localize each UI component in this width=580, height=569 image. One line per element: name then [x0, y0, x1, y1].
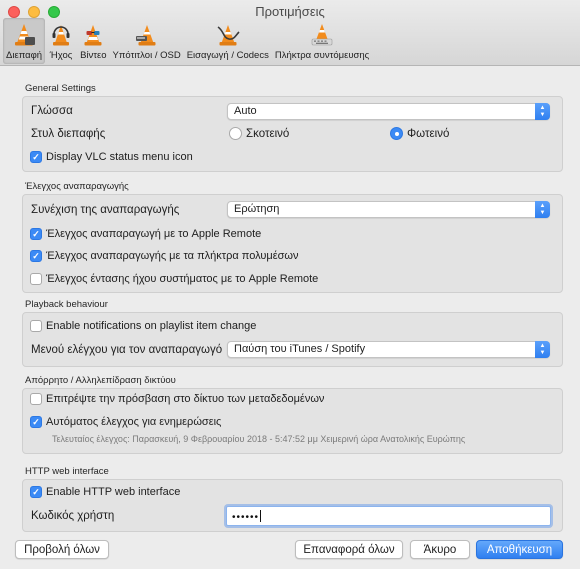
preferences-window: Προτιμήσεις Διεπαφή Ήχος Βίντεο Υπότιτλο… — [0, 0, 580, 569]
media-keys-checkbox[interactable]: ✓ Έλεγχος αναπαραγωγής με τα πλήκτρα πολ… — [30, 250, 299, 262]
tab-subtitles-osd[interactable]: Υπότιτλοι / OSD — [110, 18, 184, 64]
password-field[interactable]: •••••• — [226, 506, 551, 526]
status-menu-checkbox[interactable]: ✓ Display VLC status menu icon — [30, 151, 193, 163]
enable-http-checkbox[interactable]: ✓ Enable HTTP web interface — [30, 486, 180, 498]
notifications-checkbox[interactable]: Enable notifications on playlist item ch… — [30, 320, 256, 332]
enable-http-label: Enable HTTP web interface — [46, 486, 181, 498]
checkmark-icon: ✓ — [30, 416, 42, 428]
cancel-button[interactable]: Άκυρο — [410, 540, 470, 559]
auto-update-checkbox[interactable]: ✓ Αυτόματος έλεγχος για ενημερώσεις — [30, 416, 221, 428]
language-select-value: Auto — [234, 105, 257, 117]
playback-behaviour-title: Playback behaviour — [25, 299, 108, 310]
password-label: Κωδικός χρήστη — [31, 510, 115, 522]
vlc-cone-keyboard-icon — [311, 24, 333, 46]
playback-control-title: Έλεγχος αναπαραγωγής — [25, 181, 129, 192]
window-title: Προτιμήσεις — [255, 4, 325, 19]
vlc-cone-cable-icon — [217, 25, 240, 46]
tab-label: Υπότιτλοι / OSD — [112, 50, 181, 61]
pause-menu-select[interactable]: Παύση του iTunes / Spotify ▲ ▼ — [227, 341, 550, 358]
preferences-tabs: Διεπαφή Ήχος Βίντεο Υπότιτλοι / OSD Εισα… — [3, 18, 372, 64]
tab-label: Ήχος — [49, 50, 73, 61]
updown-arrows-icon: ▲ ▼ — [535, 341, 550, 358]
continue-playback-select[interactable]: Ερώτηση ▲ ▼ — [227, 201, 550, 218]
tab-label: Διεπαφή — [6, 50, 43, 61]
metadata-network-label: Επιτρέψτε την πρόσβαση στο δίκτυο των με… — [46, 393, 325, 405]
tab-label: Βίντεο — [80, 50, 107, 61]
style-dark-label: Σκοτεινό — [246, 127, 290, 140]
text-caret — [260, 510, 262, 522]
privacy-title: Απόρρητο / Αλληλεπίδραση δικτύου — [25, 375, 176, 386]
metadata-network-checkbox[interactable]: Επιτρέψτε την πρόσβαση στο δίκτυο των με… — [30, 393, 324, 405]
window-toolbar: Προτιμήσεις Διεπαφή Ήχος Βίντεο Υπότιτλο… — [0, 0, 580, 66]
password-value: •••••• — [232, 512, 260, 523]
tab-hotkeys[interactable]: Πλήκτρα συντόμευσης — [272, 18, 372, 64]
interface-style-label: Στυλ διεπαφής — [31, 128, 106, 140]
continue-playback-value: Ερώτηση — [234, 203, 280, 215]
volume-remote-checkbox[interactable]: Έλεγχος έντασης ήχου συστήματος με το Ap… — [30, 273, 318, 285]
vlc-cone-icon — [15, 24, 36, 46]
checkmark-icon: ✓ — [30, 228, 42, 240]
last-update-check-text: Τελευταίος έλεγχος: Παρασκευή, 9 Φεβρουα… — [52, 434, 466, 444]
general-settings-title: General Settings — [25, 83, 96, 94]
http-interface-title: HTTP web interface — [25, 466, 109, 477]
checkbox-empty-icon — [30, 273, 42, 285]
updown-arrows-icon: ▲ ▼ — [535, 103, 550, 120]
checkmark-icon: ✓ — [30, 250, 42, 262]
apple-remote-checkbox[interactable]: ✓ Έλεγχος αναπαραγωγή με το Apple Remote — [30, 228, 261, 240]
tab-label: Πλήκτρα συντόμευσης — [274, 50, 370, 61]
radio-off-icon — [229, 127, 242, 140]
language-label: Γλώσσα — [31, 105, 73, 117]
updown-arrows-icon: ▲ ▼ — [535, 201, 550, 218]
save-button[interactable]: Αποθήκευση — [476, 540, 563, 559]
checkmark-icon: ✓ — [30, 151, 42, 163]
apple-remote-label: Έλεγχος αναπαραγωγή με το Apple Remote — [46, 228, 262, 240]
style-light-label: Φωτεινό — [407, 127, 450, 140]
tab-input-codecs[interactable]: Εισαγωγή / Codecs — [184, 18, 272, 64]
tab-audio[interactable]: Ήχος — [45, 18, 77, 64]
vlc-cone-glasses-icon — [84, 25, 102, 46]
tab-label: Εισαγωγή / Codecs — [186, 50, 269, 61]
volume-remote-label: Έλεγχος έντασης ήχου συστήματος με το Ap… — [46, 273, 319, 285]
show-all-button[interactable]: Προβολή όλων — [15, 540, 109, 559]
vlc-cone-subtitles-icon — [135, 25, 156, 46]
notifications-label: Enable notifications on playlist item ch… — [46, 320, 257, 332]
auto-update-label: Αυτόματος έλεγχος για ενημερώσεις — [46, 416, 222, 428]
pause-menu-value: Παύση του iTunes / Spotify — [234, 343, 366, 355]
checkbox-empty-icon — [30, 320, 42, 332]
vlc-cone-headphones-icon — [52, 25, 70, 46]
style-dark-radio[interactable]: Σκοτεινό — [229, 127, 289, 140]
tab-interface[interactable]: Διεπαφή — [3, 18, 46, 64]
radio-on-icon — [390, 127, 403, 140]
checkmark-icon: ✓ — [30, 486, 42, 498]
tab-video[interactable]: Βίντεο — [77, 18, 109, 64]
reset-all-button[interactable]: Επαναφορά όλων — [295, 540, 403, 559]
checkbox-empty-icon — [30, 393, 42, 405]
media-keys-label: Έλεγχος αναπαραγωγής με τα πλήκτρα πολυμ… — [46, 250, 299, 262]
language-select[interactable]: Auto ▲ ▼ — [227, 103, 550, 120]
style-light-radio[interactable]: Φωτεινό — [390, 127, 449, 140]
status-menu-label: Display VLC status menu icon — [46, 151, 193, 163]
pause-menu-label: Μενού ελέγχου για τον αναπαραγωγό — [31, 344, 223, 356]
continue-playback-label: Συνέχιση της αναπαραγωγής — [31, 204, 180, 216]
